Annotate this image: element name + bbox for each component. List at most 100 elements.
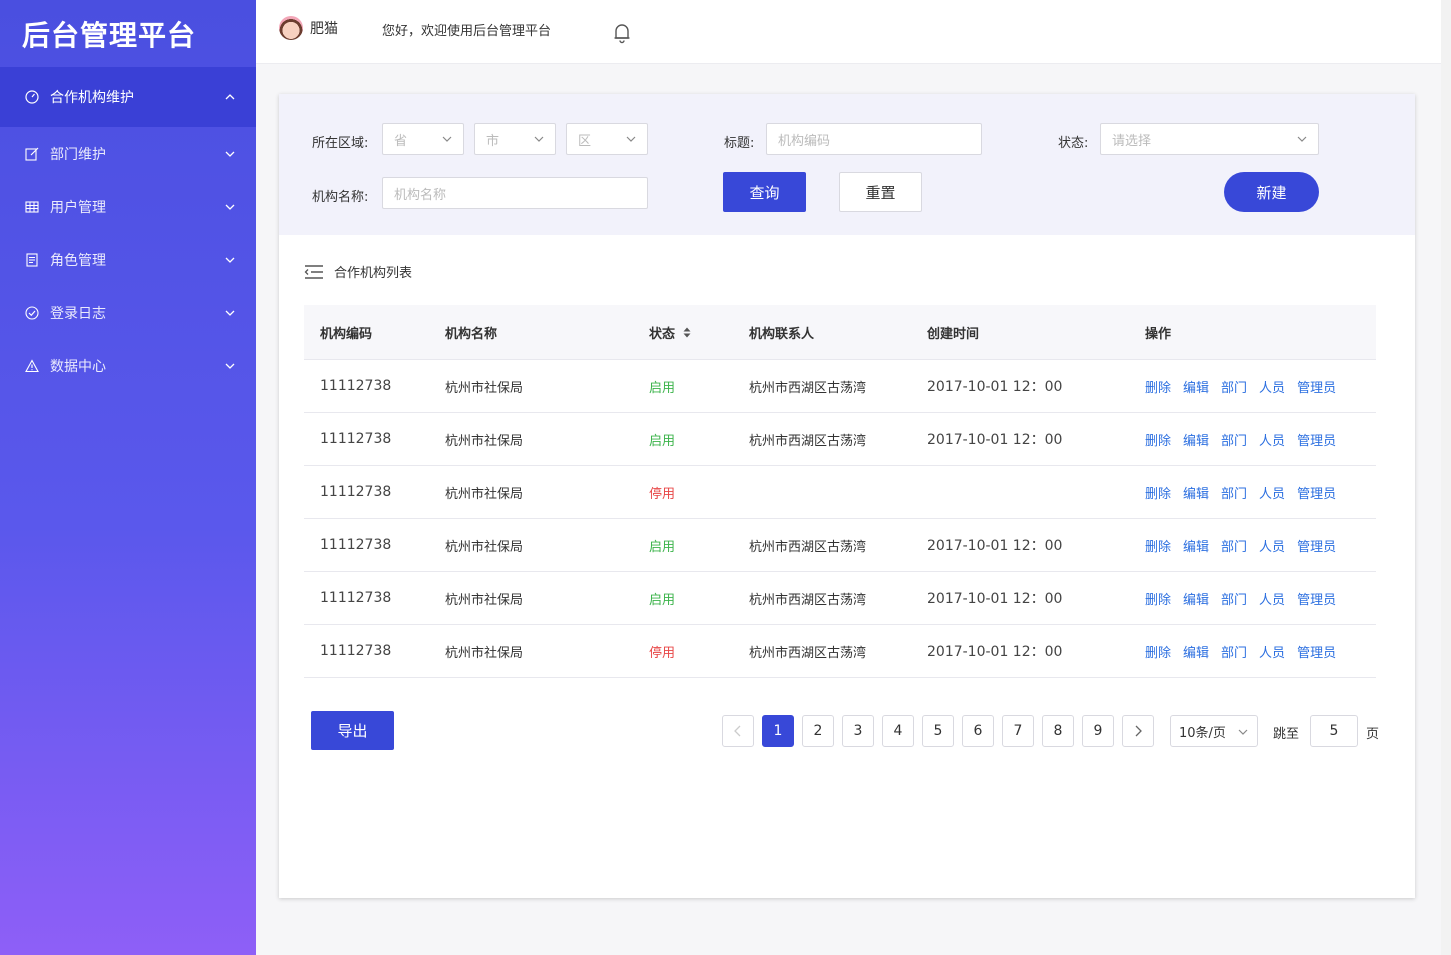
- city-select[interactable]: 市: [474, 123, 556, 155]
- sidebar-item-departments[interactable]: 部门维护: [0, 127, 256, 180]
- row-actions: 删除 编辑 部门 人员 管理员: [1145, 519, 1348, 571]
- department-link[interactable]: 部门: [1221, 377, 1247, 396]
- new-button[interactable]: 新建: [1224, 172, 1319, 212]
- staff-link[interactable]: 人员: [1259, 430, 1285, 449]
- status-badge: 启用: [649, 592, 676, 608]
- department-link[interactable]: 部门: [1221, 589, 1247, 608]
- admin-link[interactable]: 管理员: [1297, 536, 1336, 555]
- chevron-down-icon: [225, 310, 235, 316]
- reset-button[interactable]: 重置: [839, 172, 922, 212]
- page-button[interactable]: 3: [842, 715, 874, 747]
- username[interactable]: 肥猫: [310, 18, 338, 38]
- admin-link[interactable]: 管理员: [1297, 483, 1336, 502]
- delete-link[interactable]: 删除: [1145, 483, 1171, 502]
- province-select[interactable]: 省: [382, 123, 464, 155]
- col-header-status[interactable]: 状态: [649, 305, 691, 359]
- sidebar-item-partner-orgs[interactable]: 合作机构维护: [0, 67, 256, 127]
- table-icon: [24, 199, 40, 215]
- admin-link[interactable]: 管理员: [1297, 589, 1336, 608]
- bell-icon[interactable]: [612, 22, 632, 44]
- row-actions: 删除 编辑 部门 人员 管理员: [1145, 360, 1348, 412]
- staff-link[interactable]: 人员: [1259, 377, 1285, 396]
- org-code: 11112738: [320, 484, 392, 500]
- next-page-button[interactable]: [1122, 715, 1154, 747]
- table-row: 11112738 杭州市社保局 启用 杭州市西湖区古荡湾 2017-10-01 12：0…: [304, 519, 1376, 572]
- department-link[interactable]: 部门: [1221, 536, 1247, 555]
- sidebar-item-roles[interactable]: 角色管理: [0, 233, 256, 286]
- edit-icon: [24, 146, 40, 162]
- page-button[interactable]: 2: [802, 715, 834, 747]
- page-button[interactable]: 8: [1042, 715, 1074, 747]
- department-link[interactable]: 部门: [1221, 483, 1247, 502]
- table-body: 11112738 杭州市社保局 启用 杭州市西湖区古荡湾 2017-10-01 12：0…: [304, 360, 1376, 678]
- sidebar: 后台管理平台 合作机构维护 部门维护 用户管理 角色管理 登录日志 数据中心: [0, 0, 256, 955]
- status-badge: 停用: [649, 486, 676, 502]
- delete-link[interactable]: 删除: [1145, 589, 1171, 608]
- created-time: 2017-10-01 12：00: [927, 432, 1063, 448]
- export-button[interactable]: 导出: [311, 711, 394, 750]
- table-row: 11112738 杭州市社保局 启用 杭州市西湖区古荡湾 2017-10-01 12：0…: [304, 360, 1376, 413]
- col-header-contact: 机构联系人: [749, 326, 815, 342]
- admin-link[interactable]: 管理员: [1297, 377, 1336, 396]
- sidebar-item-label: 角色管理: [50, 252, 106, 269]
- page-button[interactable]: 9: [1082, 715, 1114, 747]
- chevron-down-icon: [225, 363, 235, 369]
- sidebar-item-label: 合作机构维护: [50, 90, 134, 106]
- edit-link[interactable]: 编辑: [1183, 430, 1209, 449]
- chevron-down-icon: [225, 257, 235, 263]
- delete-link[interactable]: 删除: [1145, 430, 1171, 449]
- table-header: 机构编码 机构名称 状态 机构联系人 创建时间 操作: [304, 305, 1376, 360]
- title-label: 标题:: [724, 136, 755, 151]
- query-button[interactable]: 查询: [723, 172, 806, 212]
- delete-link[interactable]: 删除: [1145, 536, 1171, 555]
- edit-link[interactable]: 编辑: [1183, 589, 1209, 608]
- edit-link[interactable]: 编辑: [1183, 536, 1209, 555]
- department-link[interactable]: 部门: [1221, 430, 1247, 449]
- status-badge: 启用: [649, 539, 676, 555]
- department-link[interactable]: 部门: [1221, 642, 1247, 661]
- status-select[interactable]: 请选择: [1100, 123, 1319, 155]
- row-actions: 删除 编辑 部门 人员 管理员: [1145, 625, 1348, 677]
- org-code: 11112738: [320, 537, 392, 553]
- delete-link[interactable]: 删除: [1145, 642, 1171, 661]
- edit-link[interactable]: 编辑: [1183, 377, 1209, 396]
- chevron-down-icon: [225, 151, 235, 157]
- staff-link[interactable]: 人员: [1259, 642, 1285, 661]
- staff-link[interactable]: 人员: [1259, 536, 1285, 555]
- sort-icon[interactable]: [683, 327, 691, 338]
- jump-page-input[interactable]: 5: [1310, 715, 1358, 747]
- created-time: 2017-10-01 12：00: [927, 379, 1063, 395]
- prev-page-button[interactable]: [722, 715, 754, 747]
- page-button[interactable]: 1: [762, 715, 794, 747]
- page-scrollbar[interactable]: [1441, 0, 1451, 955]
- page-size-select[interactable]: 10条/页: [1170, 715, 1258, 747]
- edit-link[interactable]: 编辑: [1183, 642, 1209, 661]
- page-button[interactable]: 7: [1002, 715, 1034, 747]
- edit-link[interactable]: 编辑: [1183, 483, 1209, 502]
- org-name-input[interactable]: 机构名称: [382, 177, 648, 209]
- org-contact: 杭州市西湖区古荡湾: [749, 539, 867, 555]
- org-name: 杭州市社保局: [445, 592, 524, 608]
- title-input[interactable]: 机构编码: [766, 123, 982, 155]
- sidebar-item-data-center[interactable]: 数据中心: [0, 339, 256, 392]
- staff-link[interactable]: 人员: [1259, 589, 1285, 608]
- page-button[interactable]: 6: [962, 715, 994, 747]
- org-name: 杭州市社保局: [445, 486, 524, 502]
- delete-link[interactable]: 删除: [1145, 377, 1171, 396]
- page-button[interactable]: 4: [882, 715, 914, 747]
- staff-link[interactable]: 人员: [1259, 483, 1285, 502]
- check-circle-icon: [24, 305, 40, 321]
- district-select[interactable]: 区: [566, 123, 648, 155]
- row-actions: 删除 编辑 部门 人员 管理员: [1145, 466, 1348, 518]
- admin-link[interactable]: 管理员: [1297, 430, 1336, 449]
- created-time: 2017-10-01 12：00: [927, 538, 1063, 554]
- table-row: 11112738 杭州市社保局 启用 杭州市西湖区古荡湾 2017-10-01 12：0…: [304, 572, 1376, 625]
- org-contact: 杭州市西湖区古荡湾: [749, 380, 867, 396]
- admin-link[interactable]: 管理员: [1297, 642, 1336, 661]
- sidebar-item-users[interactable]: 用户管理: [0, 180, 256, 233]
- chevron-down-icon: [534, 136, 544, 142]
- avatar[interactable]: [279, 16, 303, 40]
- page-button[interactable]: 5: [922, 715, 954, 747]
- chevron-up-icon: [225, 94, 235, 100]
- sidebar-item-login-logs[interactable]: 登录日志: [0, 286, 256, 339]
